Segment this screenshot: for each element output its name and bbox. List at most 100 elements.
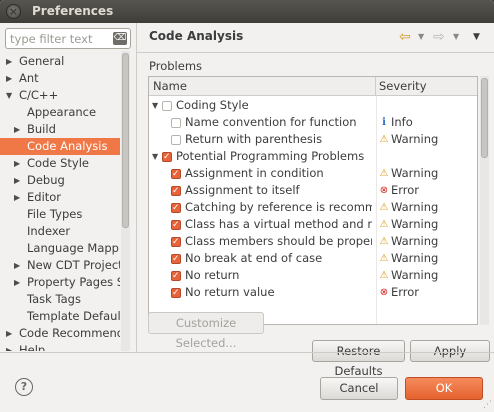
tree-item[interactable]: ▶ New CDT Project Wizard xyxy=(0,257,120,274)
tree-item[interactable]: ▶ General xyxy=(0,53,120,70)
category-row[interactable]: ▼ Potential Programming Problems xyxy=(149,148,477,166)
category-row[interactable]: ▼ Coding Style xyxy=(149,97,477,114)
tree-item[interactable]: Template Default Values xyxy=(0,308,120,325)
title-bar[interactable]: × Preferences xyxy=(0,0,494,23)
severity-value[interactable]: Error xyxy=(391,284,419,301)
enable-checkbox[interactable] xyxy=(171,234,181,251)
enable-checkbox[interactable] xyxy=(162,149,172,166)
resize-grip-icon[interactable]: ⋰ xyxy=(483,400,492,410)
forward-history-dropdown-icon[interactable]: ▼ xyxy=(453,32,459,41)
problem-row[interactable]: No break at end of case ⚠Warning xyxy=(149,250,477,268)
tree-item[interactable]: ▶ Help xyxy=(0,342,120,351)
problem-name: No break at end of case xyxy=(185,251,323,265)
collapsed-arrow-icon[interactable]: ▶ xyxy=(14,155,20,172)
collapsed-arrow-icon[interactable]: ▶ xyxy=(14,189,20,206)
tree-item[interactable]: Language Mappings xyxy=(0,240,120,257)
problem-row[interactable]: Assignment in condition ⚠Warning xyxy=(149,165,477,183)
enable-checkbox[interactable] xyxy=(171,251,181,268)
tree-item-label: Code Style xyxy=(27,156,89,170)
enable-checkbox[interactable] xyxy=(171,285,181,302)
tree-item[interactable]: Appearance xyxy=(0,104,120,121)
collapsed-arrow-icon[interactable]: ▶ xyxy=(6,342,12,351)
tree-item[interactable]: ▶ Debug xyxy=(0,172,120,189)
enable-checkbox[interactable] xyxy=(171,183,181,200)
problem-row[interactable]: Assignment to itself ⊗Error xyxy=(149,182,477,200)
severity-value[interactable]: Error xyxy=(391,182,419,199)
expanded-arrow-icon[interactable]: ▼ xyxy=(6,87,12,104)
enable-checkbox[interactable] xyxy=(171,118,181,128)
enable-checkbox[interactable] xyxy=(171,166,181,183)
enable-checkbox[interactable] xyxy=(171,200,181,217)
table-scrollbar[interactable] xyxy=(480,76,489,325)
collapsed-arrow-icon[interactable]: ▶ xyxy=(6,325,12,342)
severity-value[interactable]: Warning xyxy=(391,233,438,250)
tree-scrollbar[interactable] xyxy=(121,51,130,351)
collapsed-arrow-icon[interactable]: ▶ xyxy=(6,70,12,87)
tree-item[interactable]: File Types xyxy=(0,206,120,223)
clear-filter-icon[interactable]: ⌫ xyxy=(113,32,127,45)
tree-item-label: Template Default Values xyxy=(27,309,120,323)
tree-scrollbar-thumb[interactable] xyxy=(122,53,129,228)
back-history-dropdown-icon[interactable]: ▼ xyxy=(418,32,424,41)
tree-item-label: Code Analysis xyxy=(27,139,108,153)
table-scrollbar-thumb[interactable] xyxy=(481,78,488,158)
filter-input[interactable]: type filter text ⌫ xyxy=(5,28,131,49)
filter-placeholder: type filter text xyxy=(10,32,93,46)
tree-item[interactable]: ▶ Code Style xyxy=(0,155,120,172)
view-menu-icon[interactable]: ▼ xyxy=(473,32,480,42)
tree-item-label: New CDT Project Wizard xyxy=(27,258,120,272)
column-header-severity[interactable]: Severity xyxy=(376,77,477,96)
expanded-arrow-icon[interactable]: ▼ xyxy=(152,97,158,114)
cancel-button[interactable]: Cancel xyxy=(320,377,398,400)
tree-item[interactable]: Task Tags xyxy=(0,291,120,308)
severity-value[interactable]: Warning xyxy=(391,131,438,148)
help-icon[interactable]: ? xyxy=(15,378,33,396)
enable-checkbox[interactable] xyxy=(171,217,181,234)
close-icon[interactable]: × xyxy=(6,4,21,19)
problem-row[interactable]: No return ⚠Warning xyxy=(149,267,477,285)
tree-item[interactable]: Code Analysis xyxy=(0,138,120,155)
tree-item[interactable]: ▶ Ant xyxy=(0,70,120,87)
warning-icon: ⚠ xyxy=(379,219,389,230)
problem-row[interactable]: Catching by reference is recommended ⚠War… xyxy=(149,199,477,217)
severity-value[interactable]: Warning xyxy=(391,165,438,182)
collapsed-arrow-icon[interactable]: ▶ xyxy=(6,53,12,70)
enable-checkbox[interactable] xyxy=(171,135,181,145)
customize-selected-button[interactable]: Customize Selected... xyxy=(148,312,264,350)
problem-row[interactable]: Name convention for function i Info xyxy=(149,114,477,131)
preferences-window: × Preferences type filter text ⌫ ▶ Genera… xyxy=(0,0,494,412)
back-arrow-icon[interactable]: ⇦ xyxy=(399,29,411,45)
tree-item[interactable]: ▶ Editor xyxy=(0,189,120,206)
collapsed-arrow-icon[interactable]: ▶ xyxy=(14,274,20,291)
apply-button[interactable]: Apply xyxy=(410,340,490,362)
tree-item-label: Debug xyxy=(27,173,65,187)
severity-value[interactable]: Info xyxy=(391,114,413,131)
severity-value[interactable]: Warning xyxy=(391,199,438,216)
ok-button[interactable]: OK xyxy=(405,377,483,400)
problem-row[interactable]: No return value ⊗Error xyxy=(149,284,477,302)
severity-value[interactable]: Warning xyxy=(391,267,438,284)
enable-checkbox[interactable] xyxy=(171,268,181,285)
problem-row[interactable]: Class has a virtual method and non-virtu… xyxy=(149,216,477,234)
forward-arrow-icon[interactable]: ⇨ xyxy=(433,29,445,45)
problem-name: No return value xyxy=(185,285,275,299)
severity-value[interactable]: Warning xyxy=(391,250,438,267)
problem-row[interactable]: Return with parenthesis ⚠ Warning xyxy=(149,131,477,148)
tree-item[interactable]: ▶ Property Pages Settings xyxy=(0,274,120,291)
column-header-name[interactable]: Name xyxy=(149,77,376,96)
problem-row[interactable]: Class members should be properly initial… xyxy=(149,233,477,251)
warning-icon: ⚠ xyxy=(379,168,389,179)
tree-item[interactable]: ▶ Code Recommenders xyxy=(0,325,120,342)
severity-value[interactable]: Warning xyxy=(391,216,438,233)
collapsed-arrow-icon[interactable]: ▶ xyxy=(14,257,20,274)
enable-checkbox[interactable] xyxy=(162,101,172,111)
restore-defaults-button[interactable]: Restore Defaults xyxy=(312,340,405,378)
warning-icon: ⚠ xyxy=(379,134,389,145)
tree-item[interactable]: ▼ C/C++ xyxy=(0,87,120,104)
tree-item[interactable]: ▶ Build xyxy=(0,121,120,138)
collapsed-arrow-icon[interactable]: ▶ xyxy=(14,172,20,189)
tree-item[interactable]: Indexer xyxy=(0,223,120,240)
expanded-arrow-icon[interactable]: ▼ xyxy=(152,148,158,165)
collapsed-arrow-icon[interactable]: ▶ xyxy=(14,121,20,138)
tree-item-label: Help xyxy=(19,343,46,351)
